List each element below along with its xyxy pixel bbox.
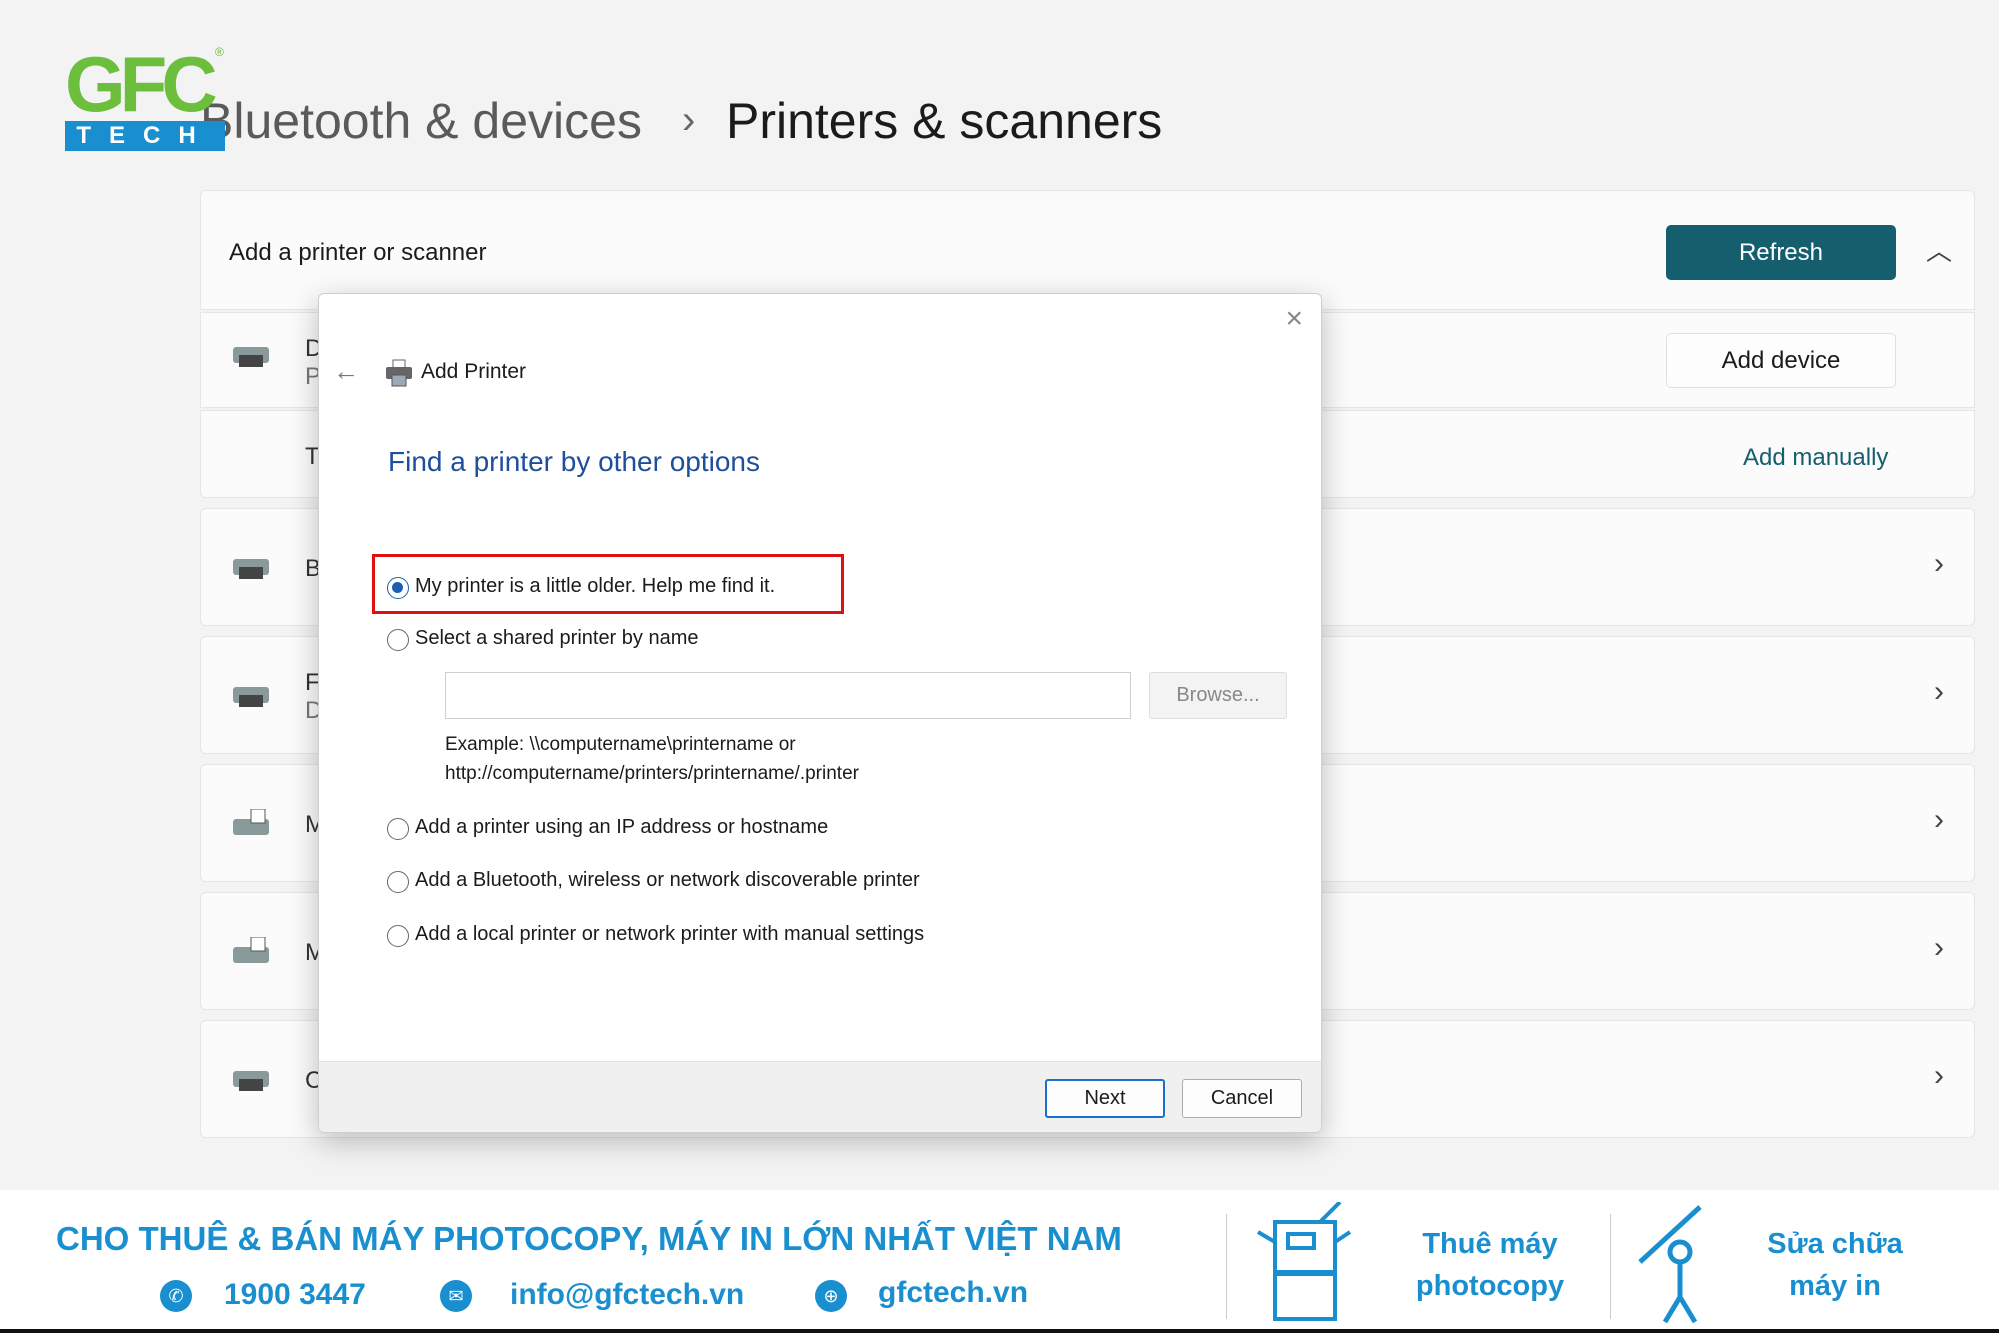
gfc-logo: GFC ® TECH (65, 40, 225, 151)
dialog-heading: Find a printer by other options (388, 446, 760, 477)
page-title: Printers & scanners (726, 93, 1163, 149)
radio-bluetooth-wireless[interactable] (387, 871, 409, 893)
cancel-button[interactable]: Cancel (1182, 1079, 1302, 1118)
close-icon[interactable]: × (1285, 302, 1303, 336)
banner-website: gfctech.vn (878, 1276, 1029, 1309)
phone-icon: ✆ (160, 1280, 192, 1312)
fax-icon (231, 936, 271, 965)
chevron-right-icon: › (1934, 547, 1944, 580)
chevron-right-icon: › (1934, 931, 1944, 964)
add-printer-dialog: × ← Add Printer Find a printer by other … (318, 293, 1322, 1133)
chevron-right-icon: › (1934, 675, 1944, 708)
radio-older-printer[interactable] (387, 577, 409, 599)
service-repair-line1: Sửa chữa (1767, 1228, 1903, 1260)
email-icon: ✉ (440, 1280, 472, 1312)
service-rent-line2: photocopy (1415, 1270, 1565, 1302)
printer-icon (231, 1065, 271, 1093)
divider (1610, 1214, 1611, 1319)
browse-button[interactable]: Browse... (1149, 672, 1287, 719)
breadcrumb-separator: › (682, 98, 696, 142)
banner-phone: 1900 3447 (224, 1278, 366, 1311)
breadcrumb-parent[interactable]: Bluetooth & devices (200, 92, 642, 150)
printer-icon (231, 553, 271, 581)
repair-technician-icon (1630, 1202, 1720, 1332)
dialog-title: Add Printer (421, 360, 527, 383)
photocopier-icon (1250, 1200, 1360, 1332)
chevron-right-icon: › (1934, 1059, 1944, 1092)
shared-printer-input[interactable] (445, 672, 1131, 719)
service-rent-line1: Thuê máy (1422, 1228, 1558, 1260)
fax-icon (231, 808, 271, 837)
radio-ip-address[interactable] (387, 818, 409, 840)
chevron-right-icon: › (1934, 803, 1944, 836)
example-text: http://computername/printers/printername… (445, 763, 859, 784)
banner-email: info@gfctech.vn (510, 1278, 745, 1311)
add-manually-link[interactable]: Add manually (1743, 444, 1888, 472)
radio-local-printer[interactable] (387, 925, 409, 947)
divider (1226, 1214, 1227, 1319)
option-label[interactable]: Add a printer using an IP address or hos… (415, 816, 828, 839)
option-label[interactable]: My printer is a little older. Help me fi… (415, 575, 775, 598)
radio-shared-printer[interactable] (387, 629, 409, 651)
add-printer-header: Add a printer or scanner Refresh ︿ (200, 190, 1975, 310)
option-label[interactable]: Select a shared printer by name (415, 627, 699, 650)
globe-icon: ⊕ (815, 1280, 847, 1312)
option-label[interactable]: Add a Bluetooth, wireless or network dis… (415, 869, 920, 892)
add-device-button[interactable]: Add device (1666, 333, 1896, 388)
printer-icon (385, 358, 413, 393)
printer-icon (231, 341, 271, 369)
printer-icon (231, 681, 271, 709)
dialog-footer: Next Cancel (319, 1061, 1321, 1132)
promo-banner: CHO THUÊ & BÁN MÁY PHOTOCOPY, MÁY IN LỚN… (0, 1190, 1999, 1333)
option-label[interactable]: Add a local printer or network printer w… (415, 923, 924, 946)
chevron-up-icon[interactable]: ︿ (1926, 231, 1952, 268)
next-button[interactable]: Next (1045, 1079, 1165, 1118)
banner-headline: CHO THUÊ & BÁN MÁY PHOTOCOPY, MÁY IN LỚN… (56, 1220, 1122, 1257)
example-text: Example: \\computername\printername or (445, 734, 796, 755)
section-title: Add a printer or scanner (229, 239, 487, 266)
back-arrow-icon[interactable]: ← (333, 356, 359, 387)
service-repair-line2: máy in (1789, 1270, 1881, 1302)
refresh-button[interactable]: Refresh (1666, 225, 1896, 280)
